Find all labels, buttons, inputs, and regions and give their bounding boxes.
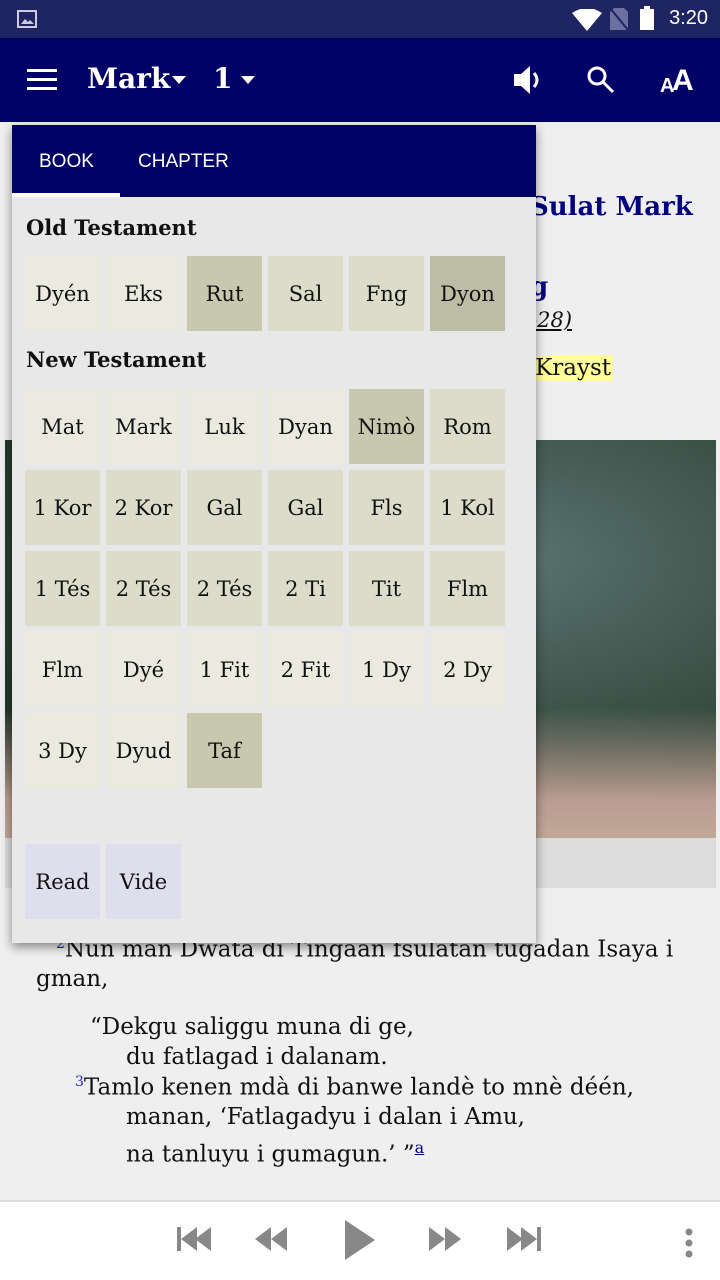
book-button[interactable]: Fng [349, 256, 424, 331]
book-button[interactable]: 2 Dy [430, 632, 505, 707]
play-icon[interactable] [345, 1220, 377, 1260]
book-button[interactable]: Nimò [349, 389, 424, 464]
book-button[interactable]: Gal [268, 470, 343, 545]
picker-tabs: BOOK CHAPTER [12, 125, 536, 197]
book-button[interactable]: Mark [106, 389, 181, 464]
book-button[interactable]: Dyan [268, 389, 343, 464]
book-button[interactable]: Gal [187, 470, 262, 545]
footnote-link[interactable]: a [415, 1138, 425, 1157]
speaker-icon[interactable] [512, 64, 546, 96]
old-testament-label: Old Testament [26, 215, 197, 240]
new-testament-label: New Testament [26, 347, 207, 372]
book-button[interactable]: 2 Tés [187, 551, 262, 626]
book-name[interactable]: Mark [87, 62, 170, 95]
book-button[interactable]: Flm [430, 551, 505, 626]
wifi-icon [572, 9, 602, 31]
book-button[interactable]: 2 Kor [106, 470, 181, 545]
chapter-number[interactable]: 1 [213, 62, 232, 95]
book-button[interactable]: Dyén [25, 256, 100, 331]
book-button[interactable]: Rom [430, 389, 505, 464]
text-size-icon[interactable]: AA [660, 62, 696, 94]
book-button[interactable]: Mat [25, 389, 100, 464]
verse-3: 3Tamlo kenen mdà di banwe landè to mnè d… [75, 1074, 634, 1101]
more-icon[interactable] [684, 1228, 694, 1258]
book-button[interactable]: Dyud [106, 713, 181, 788]
book-button[interactable]: Dyon [430, 256, 505, 331]
book-chapter-picker: BOOK CHAPTER Old Testament Dyén Eks Rut Sal… [12, 125, 536, 943]
fast-forward-icon[interactable] [429, 1224, 465, 1254]
book-button[interactable]: Tit [349, 551, 424, 626]
verse-text: Tamlo kenen mdà di banwe landè to mnè dé… [83, 1074, 634, 1101]
poetry-line: manan, ‘Fatlagadyu i dalan i Amu, [126, 1104, 525, 1130]
new-testament-grid: Mat Mark Luk Dyan Nimò Rom 1 Kor 2 Kor Gal Gal Fls… [25, 389, 505, 788]
book-button[interactable]: Rut [187, 256, 262, 331]
book-button[interactable]: Fls [349, 470, 424, 545]
app-bar: Mark 1 AA [0, 38, 720, 122]
book-button[interactable]: 1 Fit [187, 632, 262, 707]
book-button[interactable]: 1 Kol [430, 470, 505, 545]
book-button[interactable]: 1 Kor [25, 470, 100, 545]
cross-reference[interactable]: -28) [530, 308, 572, 332]
book-button[interactable]: Taf [187, 713, 262, 788]
section-heading: Sulat Mark [530, 192, 693, 222]
poetry-line: na tanluyu i gumagun.’ ”a [126, 1138, 424, 1168]
no-sim-icon [610, 8, 628, 30]
book-button[interactable]: 1 Tés [25, 551, 100, 626]
skip-start-icon[interactable] [177, 1224, 215, 1254]
tab-chapter[interactable]: CHAPTER [138, 151, 229, 173]
book-button[interactable]: Flm [25, 632, 100, 707]
action-buttons: Read Vide [25, 844, 181, 919]
book-button[interactable]: 3 Dy [25, 713, 100, 788]
chevron-down-icon [241, 76, 255, 84]
tab-book[interactable]: BOOK [39, 151, 94, 173]
read-button[interactable]: Read [25, 844, 100, 919]
image-icon [17, 10, 37, 28]
chevron-down-icon [172, 76, 186, 84]
verse-2-cont: gman, [36, 966, 109, 992]
verse-text: na tanluyu i gumagun.’ ” [126, 1141, 415, 1168]
search-icon[interactable] [586, 65, 616, 95]
poetry-line: “Dekgu saliggu muna di ge, [90, 1014, 414, 1040]
verse-number: 3 [75, 1074, 84, 1090]
book-button[interactable]: Luk [187, 389, 262, 464]
skip-end-icon[interactable] [507, 1224, 545, 1254]
old-testament-grid: Dyén Eks Rut Sal Fng Dyon [25, 256, 505, 331]
book-button[interactable]: Sal [268, 256, 343, 331]
rewind-icon[interactable] [255, 1224, 291, 1254]
poetry-line: du fatlagad i dalanam. [126, 1044, 388, 1070]
book-button[interactable]: Eks [106, 256, 181, 331]
battery-icon [640, 6, 654, 30]
svg-text:A: A [672, 64, 694, 94]
status-bar: 3:20 [0, 0, 720, 38]
audio-player-bar [0, 1200, 720, 1280]
book-button[interactable]: Dyé [106, 632, 181, 707]
active-tab-indicator [12, 193, 120, 197]
clock: 3:20 [669, 7, 708, 29]
book-button[interactable]: 2 Fit [268, 632, 343, 707]
book-button[interactable]: 1 Dy [349, 632, 424, 707]
book-button[interactable]: 2 Tés [106, 551, 181, 626]
video-button[interactable]: Vide [106, 844, 181, 919]
book-button[interactable]: 2 Ti [268, 551, 343, 626]
menu-icon[interactable] [27, 69, 57, 91]
